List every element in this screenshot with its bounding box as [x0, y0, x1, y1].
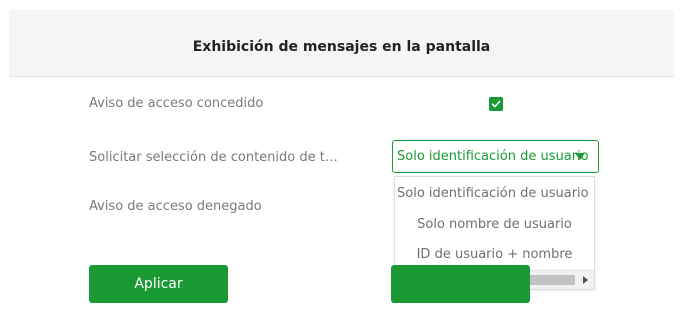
check-icon: [491, 100, 501, 108]
dropdown-option[interactable]: Solo identificación de usuario: [397, 186, 594, 201]
dropdown-option[interactable]: ID de usuario + nombre: [395, 247, 594, 262]
select-value: Solo identificación de usuario: [397, 149, 589, 164]
secondary-button[interactable]: [391, 265, 530, 303]
chevron-down-icon[interactable]: [575, 153, 585, 160]
access-granted-checkbox[interactable]: [489, 97, 503, 111]
label-access-granted: Aviso de acceso concedido: [89, 96, 264, 111]
apply-button[interactable]: Aplicar: [89, 265, 228, 303]
panel-header: Exhibición de mensajes en la pantalla: [9, 10, 674, 77]
scroll-right-icon[interactable]: [583, 276, 588, 284]
page-title: Exhibición de mensajes en la pantalla: [192, 39, 491, 55]
label-select-content: Solicitar selección de contenido de t…: [89, 150, 338, 165]
content-select[interactable]: Solo identificación de usuario: [392, 140, 599, 173]
label-access-denied: Aviso de acceso denegado: [89, 199, 262, 214]
dropdown-option[interactable]: Solo nombre de usuario: [395, 217, 594, 232]
